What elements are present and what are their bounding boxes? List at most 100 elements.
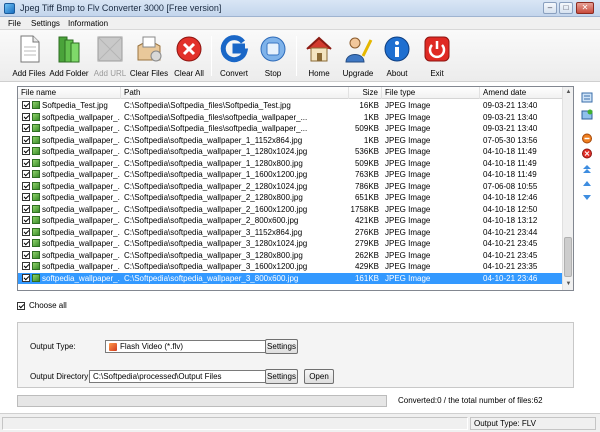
row-checkbox[interactable] [22,227,30,236]
column-file-name[interactable]: File name [18,87,121,99]
column-amend-date[interactable]: Amend date [480,87,563,99]
table-cell: JPEG Image [385,158,431,168]
type-settings-button[interactable]: Settings [265,339,298,354]
table-row[interactable]: softpedia_wallpaper_... C:\Softpedia\Soft… [18,112,563,123]
row-checkbox[interactable] [22,193,30,201]
table-cell: 04-10-18 11:49 [483,170,537,179]
row-checkbox[interactable] [22,135,30,144]
move-up-icon[interactable] [581,178,593,189]
menu-information[interactable]: Information [68,19,108,28]
table-cell: 07-06-08 10:55 [483,181,538,191]
exit-label: Exit [430,69,444,78]
row-checkbox[interactable] [22,204,30,213]
output-directory-field[interactable]: C:\Softpedia\processed\Output Files [89,370,278,383]
table-cell: JPEG Image [385,204,431,214]
scroll-down-arrow[interactable]: ▼ [563,279,573,290]
list-view-icon[interactable] [581,92,593,103]
table-cell: JPEG Image [385,227,431,237]
table-cell: softpedia_wallpaper_... [42,250,120,260]
column-size[interactable]: Size [349,87,382,99]
row-checkbox[interactable] [22,273,30,282]
table-row[interactable]: Softpedia_Test.jpg C:\Softpedia\Softpedia… [18,100,563,111]
table-row[interactable]: softpedia_wallpaper_... C:\Softpedia\soft… [18,135,563,146]
stop-button[interactable]: Stop [252,33,294,79]
add-folder-icon [58,36,80,63]
table-cell: 786KB [354,181,379,191]
checkbox[interactable] [17,302,25,310]
row-checkbox[interactable] [22,124,30,132]
table-cell: 161KB [354,273,379,283]
table-cell: C:\Softpedia\softpedia_wallpaper_3_1280x… [124,250,303,260]
table-row[interactable]: softpedia_wallpaper_... C:\Softpedia\soft… [18,272,563,284]
table-cell: 04-10-21 23:46 [483,273,538,283]
menu-file[interactable]: File [8,19,21,28]
row-checkbox[interactable] [22,216,30,224]
row-checkbox[interactable] [22,158,30,167]
output-type-status: Output Type: FLV [470,417,596,430]
table-row[interactable]: softpedia_wallpaper_... C:\Softpedia\soft… [18,227,563,238]
table-cell: C:\Softpedia\softpedia_wallpaper_3_1152x… [124,227,303,237]
list-scrollbar[interactable]: ▲ ▼ [562,87,573,290]
table-cell: JPEG Image [385,239,431,248]
table-row[interactable]: softpedia_wallpaper_... C:\Softpedia\soft… [18,169,563,180]
add-list-icon[interactable] [581,109,593,120]
table-row[interactable]: softpedia_wallpaper_... C:\Softpedia\soft… [18,146,563,157]
table-cell: 04-10-18 12:50 [483,204,538,214]
row-checkbox[interactable] [22,112,30,121]
row-checkbox[interactable] [22,250,30,259]
output-type-select[interactable]: Flash Video (*.flv) ▼ [105,340,278,353]
scroll-thumb[interactable] [564,237,572,277]
table-cell: softpedia_wallpaper_... [42,135,120,145]
column-path[interactable]: Path [121,87,349,99]
row-checkbox[interactable] [22,147,30,155]
table-cell: JPEG Image [385,262,431,271]
table-row[interactable]: softpedia_wallpaper_... C:\Softpedia\soft… [18,181,563,192]
table-row[interactable]: softpedia_wallpaper_... C:\Softpedia\soft… [18,192,563,203]
open-button[interactable]: Open [304,369,334,384]
remove-icon[interactable] [581,133,593,144]
table-cell: softpedia_wallpaper_... [42,170,120,179]
table-row[interactable]: softpedia_wallpaper_... C:\Softpedia\soft… [18,250,563,261]
delete-icon[interactable] [581,148,593,159]
row-checkbox[interactable] [22,170,30,178]
table-row[interactable]: softpedia_wallpaper_... C:\Softpedia\soft… [18,215,563,226]
table-row[interactable]: softpedia_wallpaper_... C:\Softpedia\Soft… [18,123,563,134]
table-cell: softpedia_wallpaper_... [42,216,120,225]
table-cell: 421KB [354,216,379,225]
row-checkbox[interactable] [22,181,30,190]
table-cell: JPEG Image [385,170,431,179]
column-file-type[interactable]: File type [382,87,480,99]
image-file-icon [32,124,40,132]
move-top-icon[interactable] [581,163,593,174]
table-cell: softpedia_wallpaper_... [42,112,120,122]
row-checkbox[interactable] [22,262,30,270]
minimize-button[interactable]: – [543,2,557,14]
list-header: File name Path Size File type Amend date [18,87,563,99]
scroll-up-arrow[interactable]: ▲ [563,87,573,98]
move-down-icon[interactable] [581,192,593,203]
table-row[interactable]: softpedia_wallpaper_... C:\Softpedia\soft… [18,204,563,215]
table-row[interactable]: softpedia_wallpaper_... C:\Softpedia\soft… [18,158,563,169]
table-cell: C:\Softpedia\softpedia_wallpaper_1_1280x… [124,147,308,156]
table-cell: JPEG Image [385,124,431,133]
clear-all-icon [176,36,202,62]
table-row[interactable]: softpedia_wallpaper_... C:\Softpedia\soft… [18,238,563,249]
exit-button[interactable]: Exit [416,33,458,79]
image-file-icon [32,204,40,213]
row-checkbox[interactable] [22,239,30,247]
menu-settings[interactable]: Settings [31,19,60,28]
row-checkbox[interactable] [22,101,30,109]
table-cell: 09-03-21 13:40 [483,112,538,122]
table-cell: JPEG Image [385,193,431,202]
table-cell: C:\Softpedia\softpedia_wallpaper_3_1280x… [124,239,308,248]
clear-all-button[interactable]: Clear All [168,33,210,79]
table-cell: 04-10-18 11:49 [483,147,537,156]
output-settings-panel: Output Type: Flash Video (*.flv) ▼ Setti… [17,322,574,388]
table-row[interactable]: softpedia_wallpaper_... C:\Softpedia\soft… [18,261,563,272]
close-button[interactable]: ✕ [576,2,594,14]
title-bar: Jpeg Tiff Bmp to Flv Converter 3000 [Fre… [0,0,600,17]
maximize-button[interactable]: □ [559,2,573,14]
converted-count: Converted:0 / the total number of files:… [398,396,543,405]
directory-settings-button[interactable]: Settings [265,369,298,384]
table-cell: softpedia_wallpaper_... [42,124,120,133]
